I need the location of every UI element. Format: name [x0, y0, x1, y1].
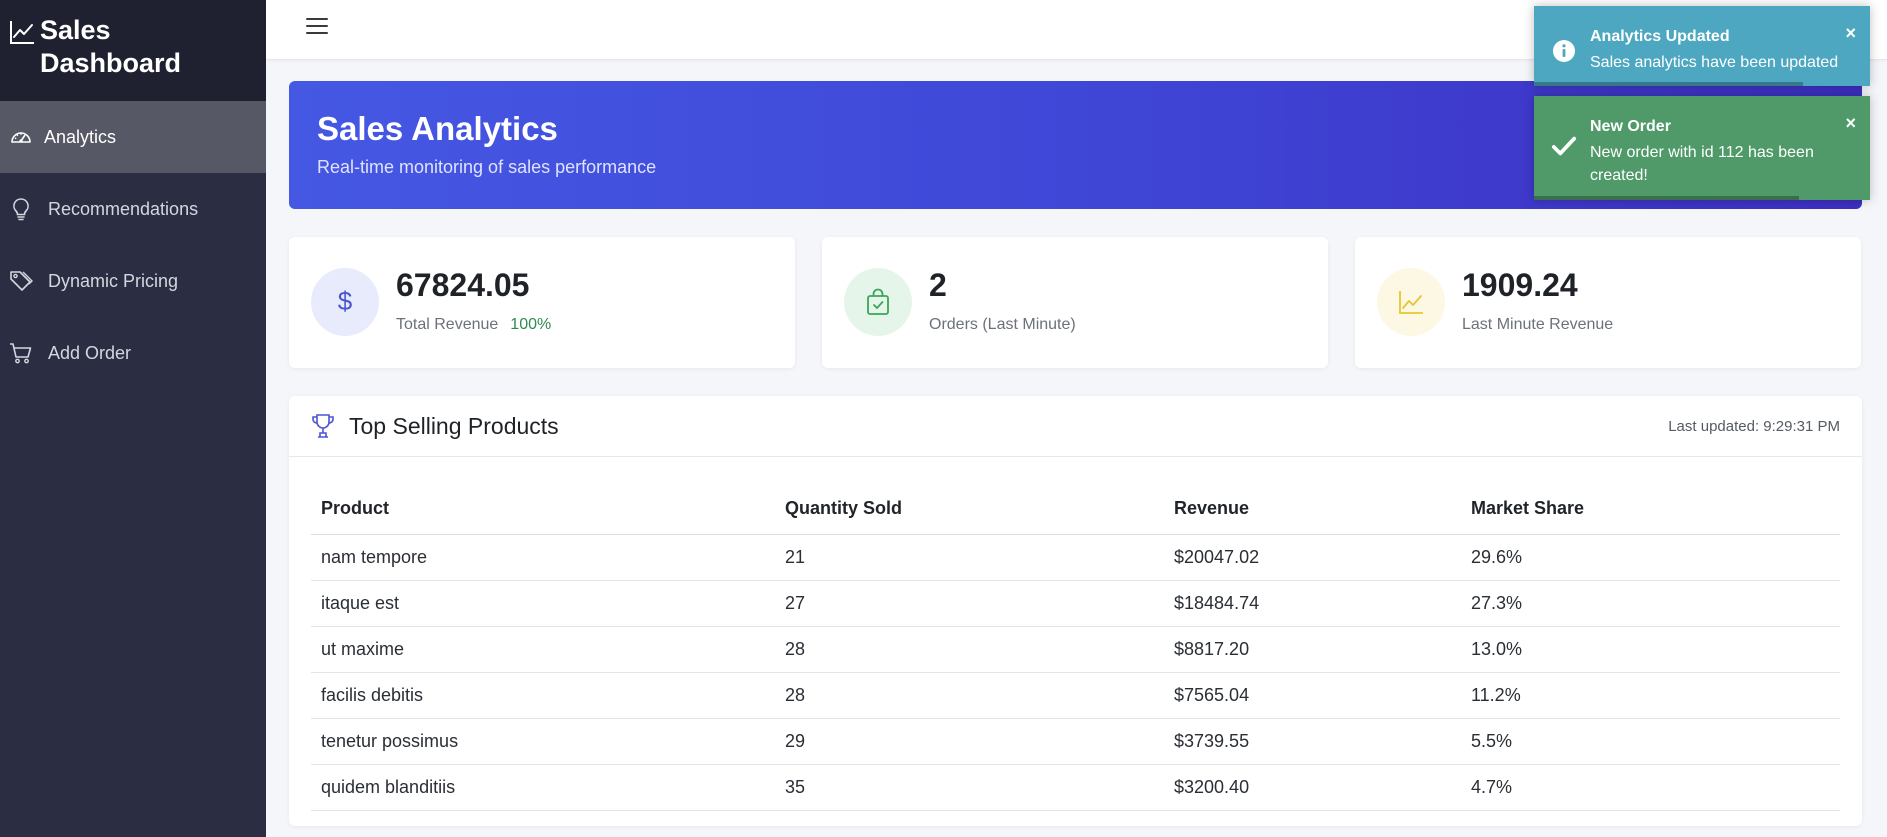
card-header: Top Selling Products Last updated: 9:29:… [289, 396, 1862, 457]
toast-message: Sales analytics have been updated [1590, 54, 1839, 71]
stat-value: 1909.24 [1462, 267, 1578, 303]
sidebar-item-label: Recommendations [48, 198, 199, 219]
card-title: Top Selling Products [349, 412, 559, 439]
stat-card-total-revenue: $ 67824.05 Total Revenue 100% [289, 237, 795, 368]
menu-toggle-icon[interactable] [306, 15, 328, 35]
market-share: 13.0% [1461, 626, 1840, 673]
dollar-icon: $ [311, 268, 379, 336]
last-updated: Last updated: 9:29:31 PM [1668, 417, 1840, 435]
sidebar-item-dynamic-pricing[interactable]: Dynamic Pricing [0, 245, 266, 317]
column-header[interactable]: Revenue [1164, 484, 1461, 535]
product-name: quidem blanditiis [311, 764, 775, 811]
product-name: tenetur possimus [311, 718, 775, 765]
quantity-sold: 27 [775, 580, 1164, 627]
table-row: facilis debitis 28 $7565.04 11.2% [311, 672, 1840, 719]
quantity-sold: 29 [775, 718, 1164, 765]
quantity-sold: 35 [775, 764, 1164, 811]
sidebar-item-label: Analytics [44, 126, 117, 147]
revenue: $3200.40 [1164, 764, 1461, 811]
line-chart-icon [10, 21, 34, 44]
svg-text:$: $ [338, 287, 353, 316]
toast-title: Analytics Updated [1590, 28, 1730, 45]
table-row: nam tempore 21 $20047.02 29.6% [311, 534, 1840, 581]
stat-label-text: Total Revenue [396, 316, 499, 333]
products-table: Product Quantity Sold Revenue Market Sha… [311, 484, 1840, 811]
product-name: itaque est [311, 580, 775, 627]
toast-title: New Order [1590, 118, 1671, 135]
market-share: 4.7% [1461, 764, 1840, 811]
table-row: tenetur possimus 29 $3739.55 5.5% [311, 718, 1840, 765]
stat-label: Orders (Last Minute) [929, 316, 1076, 333]
revenue: $7565.04 [1164, 672, 1461, 719]
sidebar-item-label: Dynamic Pricing [48, 270, 179, 291]
tags-icon [8, 268, 34, 294]
stat-label: Total Revenue 100% [396, 316, 551, 334]
revenue: $8817.20 [1164, 626, 1461, 673]
cart-icon [8, 340, 34, 366]
sidebar-item-add-order[interactable]: Add Order [0, 317, 266, 389]
graph-up-icon [1377, 268, 1445, 336]
stat-card-orders: 2 Orders (Last Minute) [822, 237, 1328, 368]
top-products-card: Top Selling Products Last updated: 9:29:… [289, 396, 1862, 826]
table-header-row: Product Quantity Sold Revenue Market Sha… [311, 484, 1840, 535]
column-header[interactable]: Quantity Sold [775, 484, 1164, 535]
quantity-sold: 21 [775, 534, 1164, 581]
market-share: 5.5% [1461, 718, 1840, 765]
stat-badge: 100% [510, 316, 552, 333]
stat-value: 67824.05 [396, 267, 530, 303]
toast-progress-bar [1534, 196, 1800, 200]
sidebar-item-analytics[interactable]: Analytics [0, 101, 266, 173]
revenue: $18484.74 [1164, 580, 1461, 627]
market-share: 29.6% [1461, 534, 1840, 581]
sidebar-item-recommendations[interactable]: Recommendations [0, 173, 266, 245]
quantity-sold: 28 [775, 672, 1164, 719]
shopping-bag-icon [844, 268, 912, 336]
market-share: 27.3% [1461, 580, 1840, 627]
table-row: itaque est 27 $18484.74 27.3% [311, 580, 1840, 627]
sidebar: Sales Dashboard Analytics Recommendation… [0, 0, 266, 837]
product-name: ut maxime [311, 626, 775, 673]
stat-label: Last Minute Revenue [1462, 316, 1614, 333]
column-header[interactable]: Product [311, 484, 775, 535]
trophy-icon [312, 414, 334, 438]
toast-analytics-updated[interactable]: Analytics Updated Sales analytics have b… [1534, 6, 1870, 86]
info-icon [1551, 38, 1577, 64]
toast-progress-bar [1534, 82, 1803, 86]
quantity-sold: 28 [775, 626, 1164, 673]
table-row: ut maxime 28 $8817.20 13.0% [311, 626, 1840, 673]
market-share: 11.2% [1461, 672, 1840, 719]
toast-new-order[interactable]: New Order New order with id 112 has been… [1534, 96, 1870, 200]
revenue: $20047.02 [1164, 534, 1461, 581]
lightbulb-icon [8, 196, 34, 222]
stat-value: 2 [929, 267, 947, 303]
stat-card-last-minute-revenue: 1909.24 Last Minute Revenue [1355, 237, 1861, 368]
revenue: $3739.55 [1164, 718, 1461, 765]
product-name: nam tempore [311, 534, 775, 581]
close-icon[interactable]: × [1845, 114, 1856, 132]
brand[interactable]: Sales Dashboard [0, 0, 266, 101]
close-icon[interactable]: × [1845, 24, 1856, 42]
product-name: facilis debitis [311, 672, 775, 719]
checkmark-icon [1551, 133, 1577, 159]
sidebar-item-label: Add Order [48, 342, 132, 363]
column-header[interactable]: Market Share [1461, 484, 1840, 535]
brand-title: Sales Dashboard [40, 15, 182, 78]
toast-message: New order with id 112 has been created! [1590, 144, 1814, 184]
speedometer-icon [8, 124, 34, 150]
table-row: quidem blanditiis 35 $3200.40 4.7% [311, 764, 1840, 811]
